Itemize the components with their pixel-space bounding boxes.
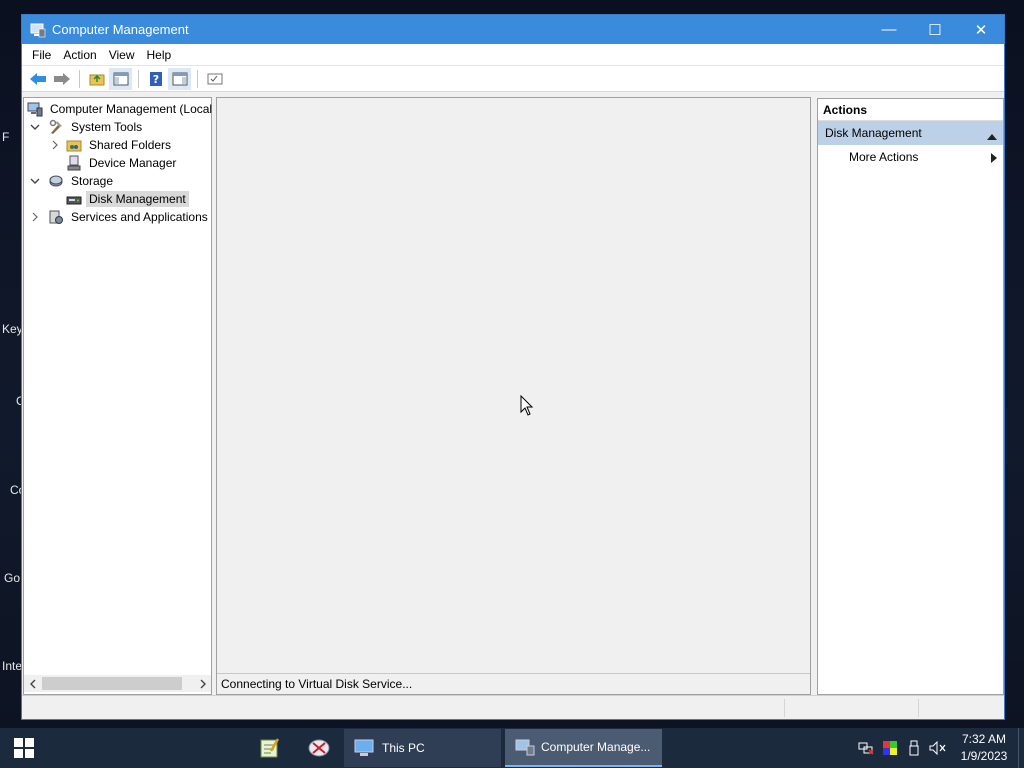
menu-file[interactable]: File bbox=[26, 44, 57, 66]
volume-muted-icon[interactable] bbox=[926, 728, 950, 768]
more-actions-item[interactable]: More Actions bbox=[818, 145, 1003, 169]
tools-icon bbox=[48, 119, 64, 135]
menu-action[interactable]: Action bbox=[57, 44, 102, 66]
status-text: Connecting to Virtual Disk Service... bbox=[221, 677, 413, 691]
network-icon[interactable] bbox=[854, 728, 878, 768]
system-tray: 7:32 AM 1/9/2023 bbox=[854, 728, 1024, 768]
tree-item-storage[interactable]: Storage bbox=[28, 172, 116, 190]
window-status-strip bbox=[22, 695, 1004, 719]
desktop-icon-label[interactable]: Go bbox=[4, 571, 20, 585]
status-bar: Connecting to Virtual Disk Service... bbox=[217, 673, 810, 694]
toolbar: ? bbox=[22, 66, 1004, 92]
computer-management-window: Computer Management — ☐ ✕ File Action Vi… bbox=[21, 14, 1005, 720]
start-button[interactable] bbox=[0, 728, 48, 768]
tree-label: Storage bbox=[71, 174, 114, 188]
tree-label: Shared Folders bbox=[89, 138, 172, 152]
properties-icon[interactable] bbox=[203, 68, 226, 90]
title-bar[interactable]: Computer Management — ☐ ✕ bbox=[22, 15, 1004, 44]
tree-item-shared-folders[interactable]: Shared Folders bbox=[48, 136, 174, 154]
result-pane: Connecting to Virtual Disk Service... bbox=[216, 97, 811, 695]
computer-management-icon bbox=[27, 101, 43, 117]
disk-management-icon bbox=[66, 191, 82, 207]
svg-text:?: ? bbox=[152, 73, 158, 86]
toolbar-separator bbox=[138, 69, 139, 88]
maximize-button[interactable]: ☐ bbox=[912, 15, 958, 44]
chevron-down-icon[interactable] bbox=[28, 174, 42, 188]
clock-time: 7:32 AM bbox=[961, 732, 1007, 746]
submenu-arrow-icon bbox=[991, 152, 997, 166]
taskbar-label: This PC bbox=[382, 741, 425, 755]
up-folder-icon[interactable] bbox=[85, 68, 108, 90]
minimize-button[interactable]: — bbox=[866, 15, 912, 44]
taskbar-label: Computer Manage... bbox=[541, 740, 651, 754]
collapse-up-icon[interactable] bbox=[987, 129, 997, 143]
help-icon[interactable]: ? bbox=[144, 68, 167, 90]
computer-management-icon bbox=[30, 22, 46, 38]
this-pc-icon bbox=[354, 739, 374, 756]
actions-section-disk-management[interactable]: Disk Management bbox=[818, 121, 1003, 145]
taskbar-computer-management[interactable]: Computer Manage... bbox=[505, 729, 662, 767]
strip-divider bbox=[918, 699, 919, 717]
strip-divider bbox=[784, 699, 785, 717]
tree-label: Computer Management (Local bbox=[50, 102, 213, 116]
forward-icon[interactable] bbox=[50, 68, 73, 90]
tree-item-disk-management[interactable]: Disk Management bbox=[66, 190, 189, 208]
services-icon bbox=[48, 209, 64, 225]
tree-item-services-and-applications[interactable]: Services and Applications bbox=[28, 208, 211, 226]
more-actions-label: More Actions bbox=[849, 150, 919, 164]
actions-pane: Actions Disk Management More Actions bbox=[817, 98, 1004, 695]
toolbar-separator bbox=[197, 69, 198, 88]
show-hide-action-pane-icon[interactable] bbox=[168, 67, 191, 90]
mouse-cursor-icon bbox=[520, 394, 534, 420]
menu-view[interactable]: View bbox=[103, 44, 141, 66]
windows-logo-icon bbox=[14, 738, 34, 758]
snipping-tool-icon[interactable] bbox=[294, 728, 344, 768]
actions-header: Actions bbox=[818, 99, 1003, 121]
color-app-icon[interactable] bbox=[878, 728, 902, 768]
storage-icon bbox=[48, 173, 64, 189]
computer-management-icon bbox=[515, 739, 535, 756]
show-desktop-button[interactable] bbox=[1018, 728, 1024, 768]
tree-label: Services and Applications bbox=[71, 210, 208, 224]
scroll-thumb[interactable] bbox=[42, 677, 182, 690]
show-hide-tree-icon[interactable] bbox=[109, 67, 132, 90]
usb-icon[interactable] bbox=[902, 728, 926, 768]
back-icon[interactable] bbox=[26, 68, 49, 90]
tree-horizontal-scrollbar[interactable] bbox=[24, 675, 211, 692]
scroll-left-icon[interactable] bbox=[24, 675, 41, 692]
chevron-right-icon[interactable] bbox=[28, 210, 42, 224]
desktop-icon-label[interactable]: F bbox=[2, 130, 9, 144]
tree-item-device-manager[interactable]: Device Manager bbox=[66, 154, 179, 172]
console-tree: Computer Management (Local System Tools bbox=[23, 97, 212, 695]
scroll-right-icon[interactable] bbox=[194, 675, 211, 692]
notepad-app-icon[interactable] bbox=[244, 728, 294, 768]
tree-label: Device Manager bbox=[89, 156, 177, 170]
chevron-down-icon[interactable] bbox=[28, 120, 42, 134]
taskbar-this-pc[interactable]: This PC bbox=[344, 729, 501, 767]
clock[interactable]: 7:32 AM 1/9/2023 bbox=[950, 731, 1018, 765]
menu-bar: File Action View Help bbox=[22, 44, 1004, 66]
tree-item-computer-management[interactable]: Computer Management (Local bbox=[27, 100, 215, 118]
actions-section-label: Disk Management bbox=[825, 126, 922, 140]
chevron-right-icon[interactable] bbox=[48, 138, 62, 152]
window-title: Computer Management bbox=[52, 22, 189, 37]
toolbar-separator bbox=[79, 69, 80, 88]
main-content: Computer Management (Local System Tools bbox=[22, 95, 1004, 695]
device-manager-icon bbox=[66, 155, 82, 171]
taskbar: This PC Computer Manage... 7:32 AM 1/9/2… bbox=[0, 728, 1024, 768]
clock-date: 1/9/2023 bbox=[960, 749, 1008, 763]
close-button[interactable]: ✕ bbox=[958, 15, 1004, 44]
shared-folder-icon bbox=[66, 137, 82, 153]
desktop-icon-label[interactable]: Key bbox=[2, 322, 23, 336]
menu-help[interactable]: Help bbox=[141, 44, 178, 66]
tree-item-system-tools[interactable]: System Tools bbox=[28, 118, 145, 136]
tree-label: System Tools bbox=[71, 120, 143, 134]
tree-label: Disk Management bbox=[86, 191, 189, 207]
desktop-icon-label[interactable]: Inte bbox=[2, 659, 22, 673]
